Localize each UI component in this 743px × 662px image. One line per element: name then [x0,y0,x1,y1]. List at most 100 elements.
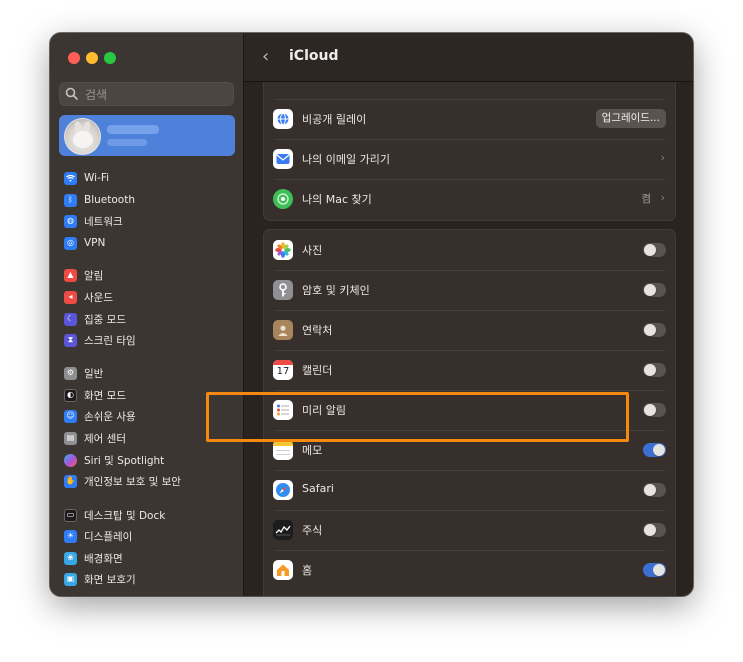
sidebar-item-label: VPN [84,237,106,249]
search-field[interactable] [59,82,234,106]
content-pane[interactable]: ‹ iCloud 비공개 릴레이 업그레이드... 나의 이메일 가리기 › 나… [244,33,693,596]
sidebar-item-network[interactable]: ◍ 네트워크 [64,211,234,231]
reminders-toggle[interactable] [643,403,666,417]
row-notes[interactable]: 메모 [264,430,675,470]
row-calendar[interactable]: 17 캘린더 [264,350,675,390]
calendar-icon: 17 [273,360,293,380]
control-center-icon: ▤ [64,431,77,445]
upgrade-button[interactable]: 업그레이드... [595,109,666,128]
blurred-account-name [107,125,159,134]
sidebar-item-label: 손쉬운 사용 [84,410,136,423]
bell-icon: ▲ [64,268,77,282]
apple-account-item[interactable] [59,115,235,156]
dock-icon: ▭ [64,508,77,522]
sidebar: Wi-Fi ᛒ Bluetooth ◍ 네트워크 ◎ VPN ▲ 알림 ◂ 사운… [50,33,244,596]
row-label: 비공개 릴레이 [302,113,367,126]
home-toggle[interactable] [643,563,666,577]
sidebar-item-notifications[interactable]: ▲ 알림 [64,265,234,285]
speaker-icon: ◂ [64,290,77,304]
sidebar-item-label: 개인정보 보호 및 보안 [84,475,181,488]
calendar-toggle[interactable] [643,363,666,377]
sidebar-item-label: 데스크탑 및 Dock [84,509,166,522]
avatar [64,118,101,155]
sidebar-item-displays[interactable]: ☀ 디스플레이 [64,526,234,546]
sidebar-item-desktop-dock[interactable]: ▭ 데스크탑 및 Dock [64,505,234,525]
sidebar-item-focus[interactable]: ☾ 집중 모드 [64,309,234,329]
globe-icon: ◍ [64,214,77,228]
screensaver-icon: ▣ [64,572,77,586]
stocks-toggle[interactable] [643,523,666,537]
minimize-window-button[interactable] [86,52,98,64]
title-bar: ‹ iCloud [244,33,693,82]
row-private-relay[interactable]: 비공개 릴레이 업그레이드... [264,99,675,139]
sidebar-item-accessibility[interactable]: ☺ 손쉬운 사용 [64,406,234,426]
zoom-window-button[interactable] [104,52,116,64]
find-my-icon [273,189,293,209]
sidebar-item-wifi[interactable]: Wi-Fi [64,168,234,188]
photos-toggle[interactable] [643,243,666,257]
row-label: 주식 [302,524,323,537]
sidebar-item-label: 알림 [84,269,104,282]
row-home[interactable]: 홈 [264,550,675,590]
row-keychain[interactable]: 암호 및 키체인 [264,270,675,310]
sidebar-item-siri[interactable]: Siri 및 Spotlight [64,450,234,470]
contacts-toggle[interactable] [643,323,666,337]
sidebar-item-screen-time[interactable]: ⧗ 스크린 타임 [64,330,234,350]
sidebar-item-label: 화면 보호기 [84,573,136,586]
stocks-icon [273,520,293,540]
keychain-toggle[interactable] [643,283,666,297]
row-label: Safari [302,482,334,495]
appearance-icon: ◐ [64,388,77,402]
sidebar-item-label: 네트워크 [84,215,123,228]
row-label: 홈 [302,564,313,577]
chevron-right-icon: › [660,191,665,204]
sidebar-item-label: 배경화면 [84,552,123,565]
blurred-account-subtitle [107,139,147,146]
row-label: 메모 [302,444,323,457]
back-chevron-icon[interactable]: ‹ [262,47,282,67]
sidebar-item-vpn[interactable]: ◎ VPN [64,233,234,253]
home-icon [273,560,293,580]
sidebar-item-wallpaper[interactable]: ❀ 배경화면 [64,548,234,568]
row-hide-my-email[interactable]: 나의 이메일 가리기 › [264,139,675,179]
vpn-icon: ◎ [64,236,77,250]
wifi-icon [64,171,77,185]
row-label: 나의 Mac 찾기 [302,193,372,206]
row-safari[interactable]: Safari [264,470,675,510]
search-input[interactable] [83,85,227,105]
keychain-icon [273,280,293,300]
row-label: 사진 [302,244,323,257]
accessibility-icon: ☺ [64,409,77,423]
sidebar-item-label: Wi-Fi [84,172,110,184]
row-label: 미리 알림 [302,404,346,417]
notes-icon [273,440,293,460]
sidebar-item-control-center[interactable]: ▤ 제어 센터 [64,428,234,448]
row-label: 연락처 [302,324,333,337]
close-window-button[interactable] [68,52,80,64]
row-stocks[interactable]: 주식 [264,510,675,550]
moon-icon: ☾ [64,312,77,326]
row-photos[interactable]: 사진 [264,230,675,270]
sidebar-item-sound[interactable]: ◂ 사운드 [64,287,234,307]
row-label: 캘린더 [302,364,333,377]
calendar-day: 17 [276,366,290,377]
hand-icon: ✋ [64,474,77,488]
row-label: 암호 및 키체인 [302,284,370,297]
sidebar-item-bluetooth[interactable]: ᛒ Bluetooth [64,190,234,210]
contacts-icon [273,320,293,340]
sidebar-item-label: Bluetooth [84,194,135,206]
notes-toggle[interactable] [643,443,666,457]
sidebar-item-screen-saver[interactable]: ▣ 화면 보호기 [64,569,234,589]
row-find-my-mac[interactable]: 나의 Mac 찾기 켬 › [264,179,675,219]
sidebar-item-privacy[interactable]: ✋ 개인정보 보호 및 보안 [64,471,234,491]
sidebar-item-general[interactable]: ⚙ 일반 [64,363,234,383]
row-contacts[interactable]: 연락처 [264,310,675,350]
sidebar-item-label: Siri 및 Spotlight [84,454,165,467]
bluetooth-icon: ᛒ [64,193,77,207]
row-reminders[interactable]: 미리 알림 [264,390,675,430]
safari-toggle[interactable] [643,483,666,497]
sidebar-item-label: 집중 모드 [84,313,126,326]
gear-icon: ⚙ [64,366,77,380]
sidebar-item-appearance[interactable]: ◐ 화면 모드 [64,385,234,405]
search-icon [65,87,78,100]
